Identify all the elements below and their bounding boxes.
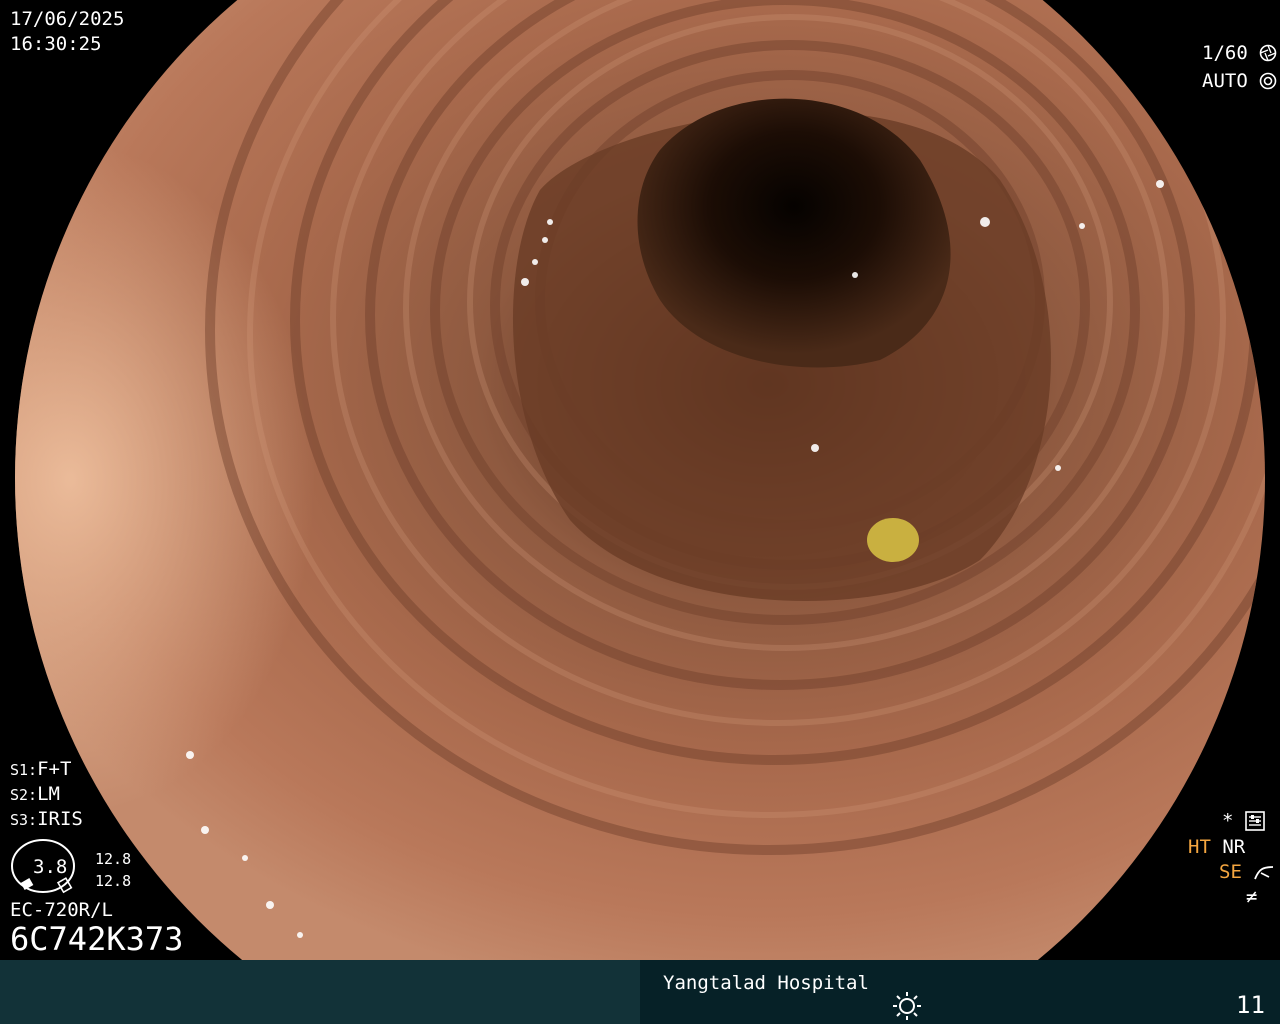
- gauge-upper-value: 12.8: [95, 850, 132, 868]
- setting-s2-label: S2:: [10, 786, 38, 804]
- aperture-icon: [1259, 44, 1277, 62]
- gauge-lower-value: 12.8: [95, 872, 132, 890]
- freeze-indicator: *: [1222, 809, 1265, 833]
- filter-indicator: ≠: [1246, 886, 1258, 908]
- image-counter: 11: [1236, 991, 1265, 1019]
- scope-model: EC-720R/L: [10, 899, 113, 921]
- shutter-speed: 1/60: [1202, 41, 1277, 65]
- se-indicator: SE: [1219, 861, 1242, 883]
- setting-s2: S2:LM: [10, 782, 60, 807]
- nr-indicator: NR: [1222, 836, 1246, 858]
- auto-exposure-icon: [1259, 72, 1277, 90]
- setting-s1-value: F+T: [37, 758, 72, 780]
- setting-s3-value: IRIS: [37, 808, 83, 830]
- star-indicator: *: [1222, 810, 1234, 832]
- exposure-mode: AUTO: [1202, 69, 1277, 93]
- shutter-value: 1/60: [1202, 42, 1248, 64]
- footer-left-bar: [0, 960, 640, 1024]
- time-display: 16:30:25: [10, 33, 102, 55]
- setting-s2-value: LM: [37, 783, 60, 805]
- processing-indicators: HT NR: [1188, 835, 1245, 859]
- exposure-mode-value: AUTO: [1202, 70, 1248, 92]
- settings-sliders-icon: [1245, 811, 1265, 831]
- setting-s1: S1:F+T: [10, 757, 71, 782]
- ht-indicator: HT: [1188, 836, 1211, 858]
- setting-s3-label: S3:: [10, 811, 38, 829]
- gauge-center-value: 3.8: [33, 856, 68, 878]
- setting-s1-label: S1:: [10, 761, 38, 779]
- endoscopic-view: [15, 0, 1265, 960]
- brightness-icon: [893, 992, 921, 1020]
- enhancement-curve-icon: [1254, 866, 1274, 880]
- scope-serial: 6C742K373: [10, 920, 184, 958]
- date-display: 17/06/2025: [10, 8, 125, 30]
- enhancement-indicator: SE: [1219, 860, 1275, 884]
- setting-s3: S3:IRIS: [10, 807, 83, 832]
- hospital-name: Yangtalad Hospital: [663, 972, 869, 994]
